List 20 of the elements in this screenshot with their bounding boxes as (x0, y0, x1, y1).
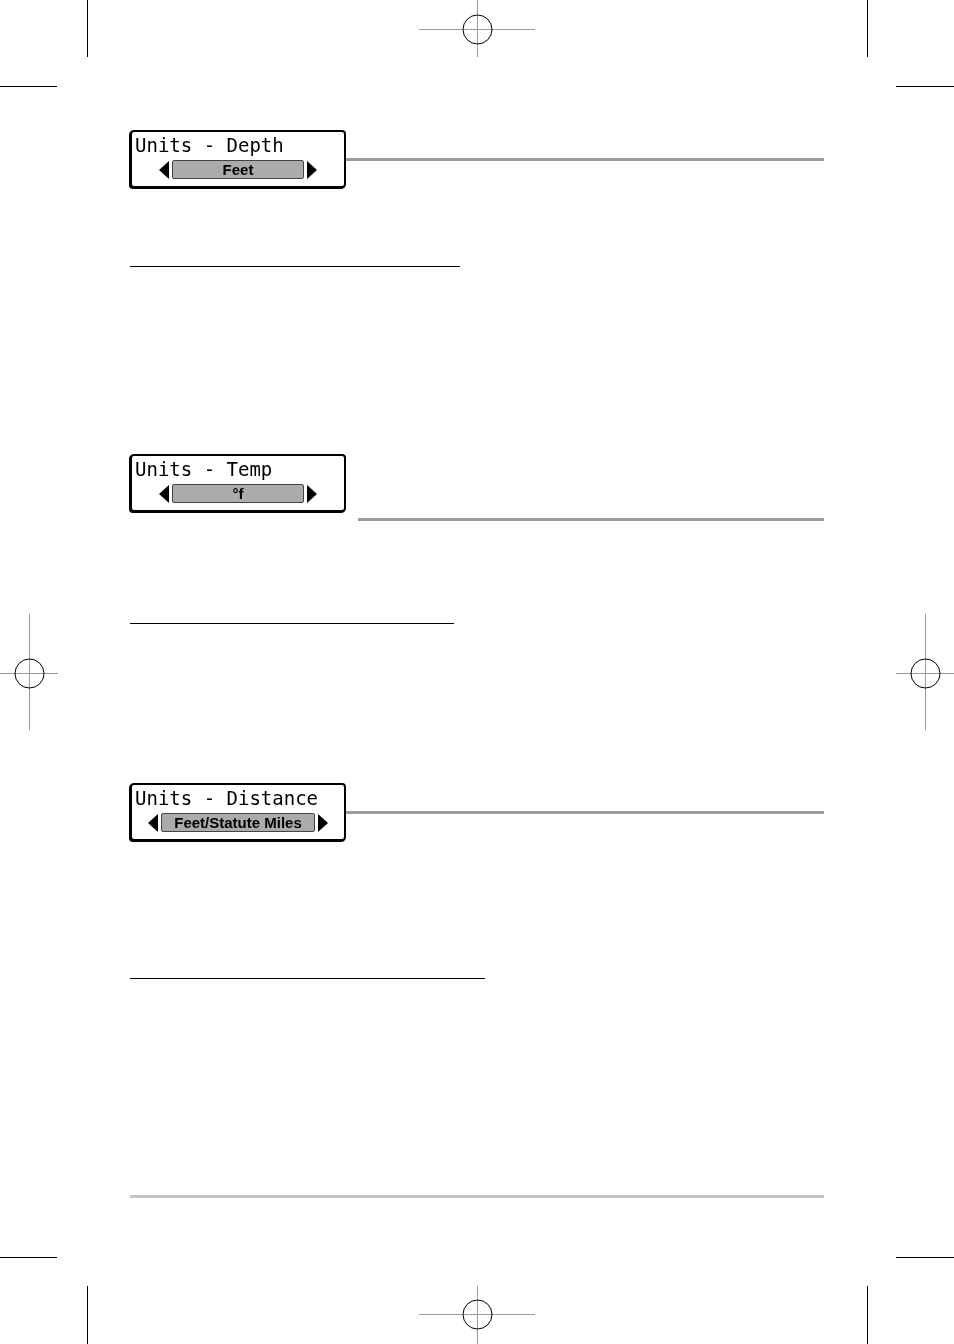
left-arrow-icon[interactable] (159, 160, 169, 179)
crop-mark (895, 1257, 954, 1258)
option-selector[interactable]: Feet/Statute Miles (161, 813, 315, 832)
menu-title: Units - Temp (135, 457, 274, 481)
right-arrow-icon[interactable] (307, 160, 317, 179)
menu-title: Units - Distance (135, 786, 320, 810)
right-arrow-icon[interactable] (307, 484, 317, 503)
option-selector[interactable]: Feet (172, 160, 304, 179)
crop-mark (87, 0, 88, 58)
crop-mark (0, 1257, 58, 1258)
crop-mark (895, 86, 954, 87)
left-arrow-icon[interactable] (159, 484, 169, 503)
crop-mark (0, 86, 58, 87)
crop-mark (87, 1285, 88, 1344)
option-selector[interactable]: °f (172, 484, 304, 503)
right-arrow-icon[interactable] (317, 813, 328, 832)
menu-title: Units - Depth (135, 133, 285, 157)
left-arrow-icon[interactable] (148, 813, 159, 832)
crop-mark (867, 0, 868, 58)
crop-mark (867, 1285, 868, 1344)
